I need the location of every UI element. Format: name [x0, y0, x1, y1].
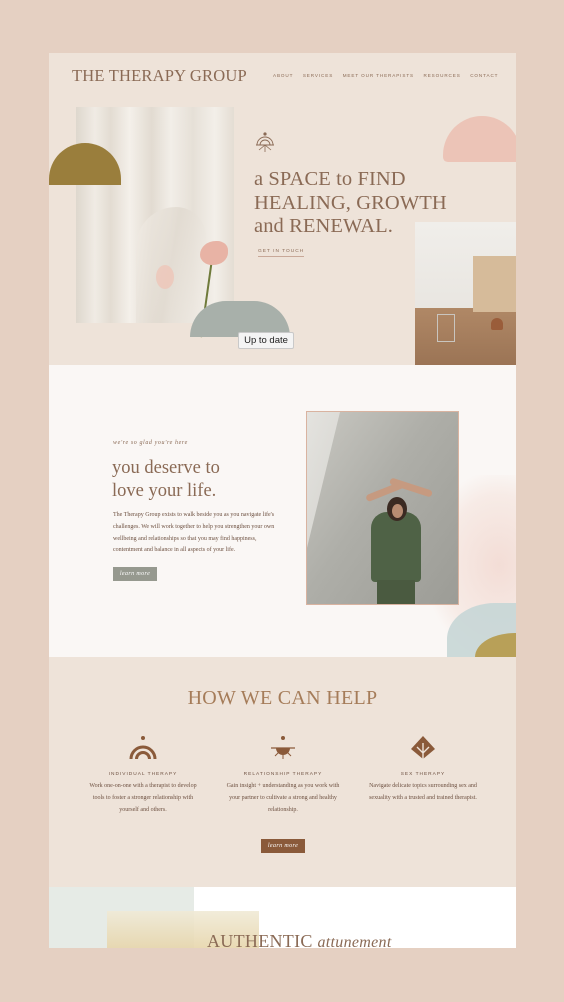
sun-icon	[271, 736, 295, 759]
help-learn-more-button[interactable]: learn more	[261, 839, 305, 853]
pink-shape	[443, 116, 516, 162]
site-logo[interactable]: THE THERAPY GROUP	[72, 66, 247, 86]
service-name: RELATIONSHIP THERAPY	[243, 772, 323, 777]
headline-line: and RENEWAL.	[254, 215, 393, 237]
intro-title-line: love your life.	[112, 481, 217, 501]
hero-section: THE THERAPY GROUP ABOUT SERVICES MEET OU…	[49, 53, 516, 365]
woman-stretching-photo	[306, 411, 459, 605]
nav-item-services[interactable]: SERVICES	[303, 73, 333, 78]
how-we-can-help-section: HOW WE CAN HELP INDIVIDUAL THERAPY Work …	[49, 657, 516, 887]
service-name: SEX THERAPY	[400, 772, 446, 777]
authentic-title-main: AUTHENTIC	[207, 931, 313, 948]
sunrise-icon	[256, 132, 274, 152]
service-name: INDIVIDUAL THERAPY	[108, 772, 178, 777]
service-description: Work one-on-one with a therapist to deve…	[89, 783, 197, 813]
website-page: THE THERAPY GROUP ABOUT SERVICES MEET OU…	[49, 53, 516, 948]
nav-item-therapists[interactable]: MEET OUR THERAPISTS	[343, 73, 414, 78]
leaf-icon	[411, 736, 435, 759]
up-to-date-badge: Up to date	[238, 332, 294, 349]
studio-room-photo	[415, 222, 516, 365]
intro-body: The Therapy Group exists to walk beside …	[113, 512, 275, 554]
nav-item-resources[interactable]: RESOURCES	[424, 73, 461, 78]
intro-title-line: you deserve to	[112, 458, 220, 478]
main-nav: ABOUT SERVICES MEET OUR THERAPISTS RESOU…	[273, 73, 508, 78]
get-in-touch-link[interactable]: GET IN TOUCH	[258, 249, 305, 257]
intro-eyebrow: we're so glad you're here	[113, 440, 188, 446]
intro-section: we're so glad you're here you deserve to…	[49, 365, 516, 663]
rainbow-icon	[129, 736, 157, 760]
hero-headline: a SPACE to FIND HEALING, GROWTH and RENE…	[254, 168, 454, 239]
authentic-title: AUTHENTIC attunement	[207, 931, 392, 948]
intro-learn-more-button[interactable]: learn more	[113, 567, 157, 581]
intro-title: you deserve to love your life.	[112, 457, 292, 503]
service-description: Navigate delicate topics surrounding sex…	[369, 783, 477, 801]
service-description: Gain insight + understanding as you work…	[226, 783, 340, 813]
authentic-title-italic: attunement	[317, 934, 392, 948]
authentic-attunement-section: AUTHENTIC attunement	[49, 887, 516, 948]
nav-item-about[interactable]: ABOUT	[273, 73, 293, 78]
nav-item-contact[interactable]: CONTACT	[470, 73, 498, 78]
curtain-flower-photo	[76, 107, 234, 338]
headline-line: a SPACE to FIND	[254, 168, 406, 190]
service-sex-therapy: SEX THERAPY Navigate delicate topics sur…	[363, 735, 483, 805]
headline-line: HEALING, GROWTH	[254, 191, 447, 214]
service-relationship-therapy: RELATIONSHIP THERAPY Gain insight + unde…	[223, 735, 343, 816]
service-individual-therapy: INDIVIDUAL THERAPY Work one-on-one with …	[83, 735, 203, 816]
help-title: HOW WE CAN HELP	[187, 687, 378, 709]
